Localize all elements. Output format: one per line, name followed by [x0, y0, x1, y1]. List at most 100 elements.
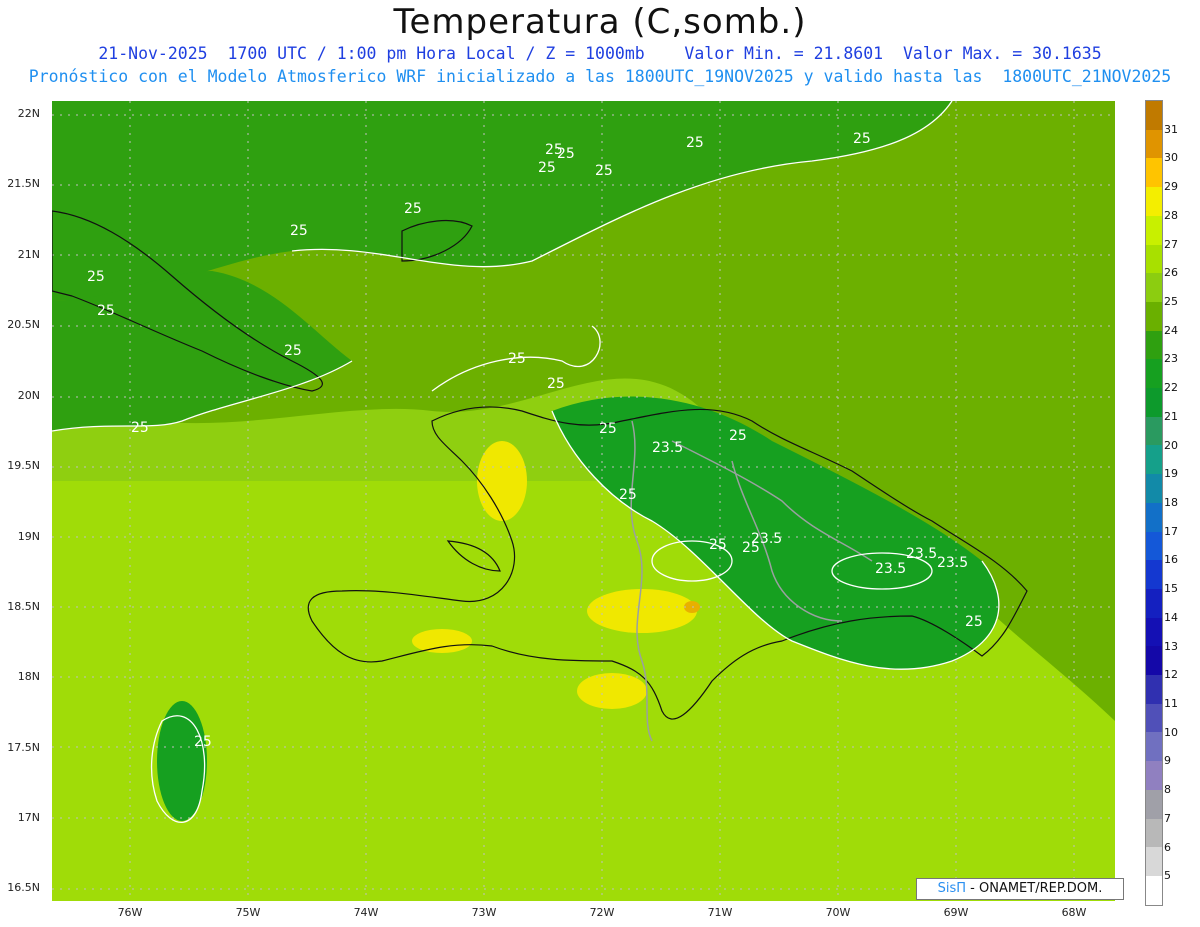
colorbar-cell [1146, 761, 1162, 790]
contour-label: 25 [290, 223, 308, 239]
colorbar-cell [1146, 474, 1162, 503]
lat-label: 20.5N [7, 318, 40, 331]
model-info-line: Pronóstico con el Modelo Atmosferico WRF… [28, 67, 1172, 86]
contour-label: 25 [686, 135, 704, 151]
colorbar-label: 19 [1164, 467, 1178, 481]
colorbar-cell [1146, 359, 1162, 389]
colorbar-cell [1146, 789, 1162, 819]
contour-label: 25 [284, 343, 302, 359]
colorbar-label: 6 [1164, 840, 1171, 854]
colorbar-label: 9 [1164, 754, 1171, 768]
lon-label: 73W [471, 906, 497, 919]
colorbar-cell [1146, 388, 1162, 417]
colorbar-label: 20 [1164, 438, 1178, 452]
map-canvas: 25252525 2525252525 252525 25 252523.525 2523… [52, 101, 1115, 901]
lat-label: 21.5N [7, 177, 40, 190]
colorbar [1145, 100, 1163, 906]
contour-label: 23.5 [906, 546, 937, 562]
warm-patch-4 [412, 629, 472, 653]
colorbar-label: 15 [1164, 582, 1178, 596]
colorbar-cell [1146, 703, 1162, 733]
contour-label: 25 [547, 376, 565, 392]
colorbar-label: 23 [1164, 352, 1178, 366]
colorbar-cell [1146, 273, 1162, 302]
forecast-time-line: 21-Nov-2025 1700 UTC / 1:00 pm Hora Loca… [98, 44, 1102, 63]
lon-label: 72W [589, 906, 615, 919]
contour-label: 25 [508, 351, 526, 367]
colorbar-label: 7 [1164, 811, 1171, 825]
lon-label: 76W [117, 906, 143, 919]
lon-label: 74W [353, 906, 379, 919]
colorbar-label: 24 [1164, 323, 1178, 337]
colorbar-label: 10 [1164, 725, 1178, 739]
lon-label: 69W [943, 906, 969, 919]
colorbar-label: 22 [1164, 381, 1178, 395]
colorbar-label: 29 [1164, 180, 1178, 194]
contour-label: 23.5 [937, 555, 968, 571]
contour-label: 25 [404, 201, 422, 217]
colorbar-cell [1146, 215, 1162, 245]
colorbar-cell [1146, 847, 1162, 876]
contour-label: 25 [131, 420, 149, 436]
contour-label: 25 [538, 160, 556, 176]
lat-label: 21N [17, 248, 40, 261]
contour-label: 25 [97, 303, 115, 319]
colorbar-cell [1146, 445, 1162, 475]
colorbar-label: 14 [1164, 610, 1178, 624]
credit-text: - ONAMET/REP.DOM. [966, 881, 1103, 896]
colorbar-label: 18 [1164, 496, 1178, 509]
contour-label: 25 [557, 146, 575, 162]
warm-patch-1 [587, 589, 697, 633]
contour-label: 25 [595, 163, 613, 179]
lat-label: 17N [17, 811, 40, 824]
contour-label: 25 [194, 734, 212, 750]
lon-label: 75W [235, 906, 261, 919]
colorbar-cell [1146, 301, 1162, 331]
lon-label: 68W [1061, 906, 1087, 919]
contour-label: 25 [599, 421, 617, 437]
colorbar-label: 16 [1164, 553, 1178, 567]
colorbar-cell [1146, 101, 1162, 130]
contour-label: 23.5 [652, 440, 683, 456]
colorbar-label: 17 [1164, 524, 1178, 538]
colorbar-cell [1146, 617, 1162, 647]
contour-label: 25 [729, 428, 747, 444]
contour-label: 25 [965, 614, 983, 630]
colorbar-label: 11 [1164, 697, 1178, 710]
lat-label: 18N [17, 670, 40, 683]
colorbar-cell [1146, 875, 1162, 905]
colorbar-cell [1146, 187, 1162, 216]
sispi-logo: SisΠ [937, 881, 967, 896]
colorbar-label: 28 [1164, 208, 1178, 222]
lon-label: 70W [825, 906, 851, 919]
colorbar-label: 12 [1164, 668, 1178, 682]
colorbar-cell [1146, 818, 1162, 848]
colorbar-label: 5 [1164, 869, 1171, 883]
colorbar-label: 30 [1164, 151, 1178, 165]
credit-box: SisΠ - ONAMET/REP.DOM. [916, 878, 1124, 900]
map-title: Temperatura (C,somb.) [393, 2, 807, 42]
colorbar-cell [1146, 588, 1162, 618]
colorbar-cell [1146, 531, 1162, 561]
contour-label: 25 [619, 487, 637, 503]
contour-label: 25 [709, 537, 727, 553]
warm-patch-3 [577, 673, 647, 709]
colorbar-cell [1146, 560, 1162, 589]
lat-label: 19N [17, 530, 40, 543]
colorbar-label: 8 [1164, 783, 1171, 797]
colorbar-cell [1146, 129, 1162, 159]
lat-label: 20N [17, 389, 40, 402]
contour-label: 25 [853, 131, 871, 147]
lon-label: 71W [707, 906, 733, 919]
contour-label: 23.5 [751, 531, 782, 547]
colorbar-label: 27 [1164, 237, 1178, 251]
lat-label: 18.5N [7, 600, 40, 613]
colorbar-cell [1146, 675, 1162, 704]
colorbar-label: 31 [1164, 122, 1178, 136]
colorbar-cell [1146, 646, 1162, 676]
lat-label: 17.5N [7, 741, 40, 754]
colorbar-cell [1146, 158, 1162, 188]
colorbar-cell [1146, 732, 1162, 762]
colorbar-cell [1146, 244, 1162, 274]
contour-label: 25 [87, 269, 105, 285]
